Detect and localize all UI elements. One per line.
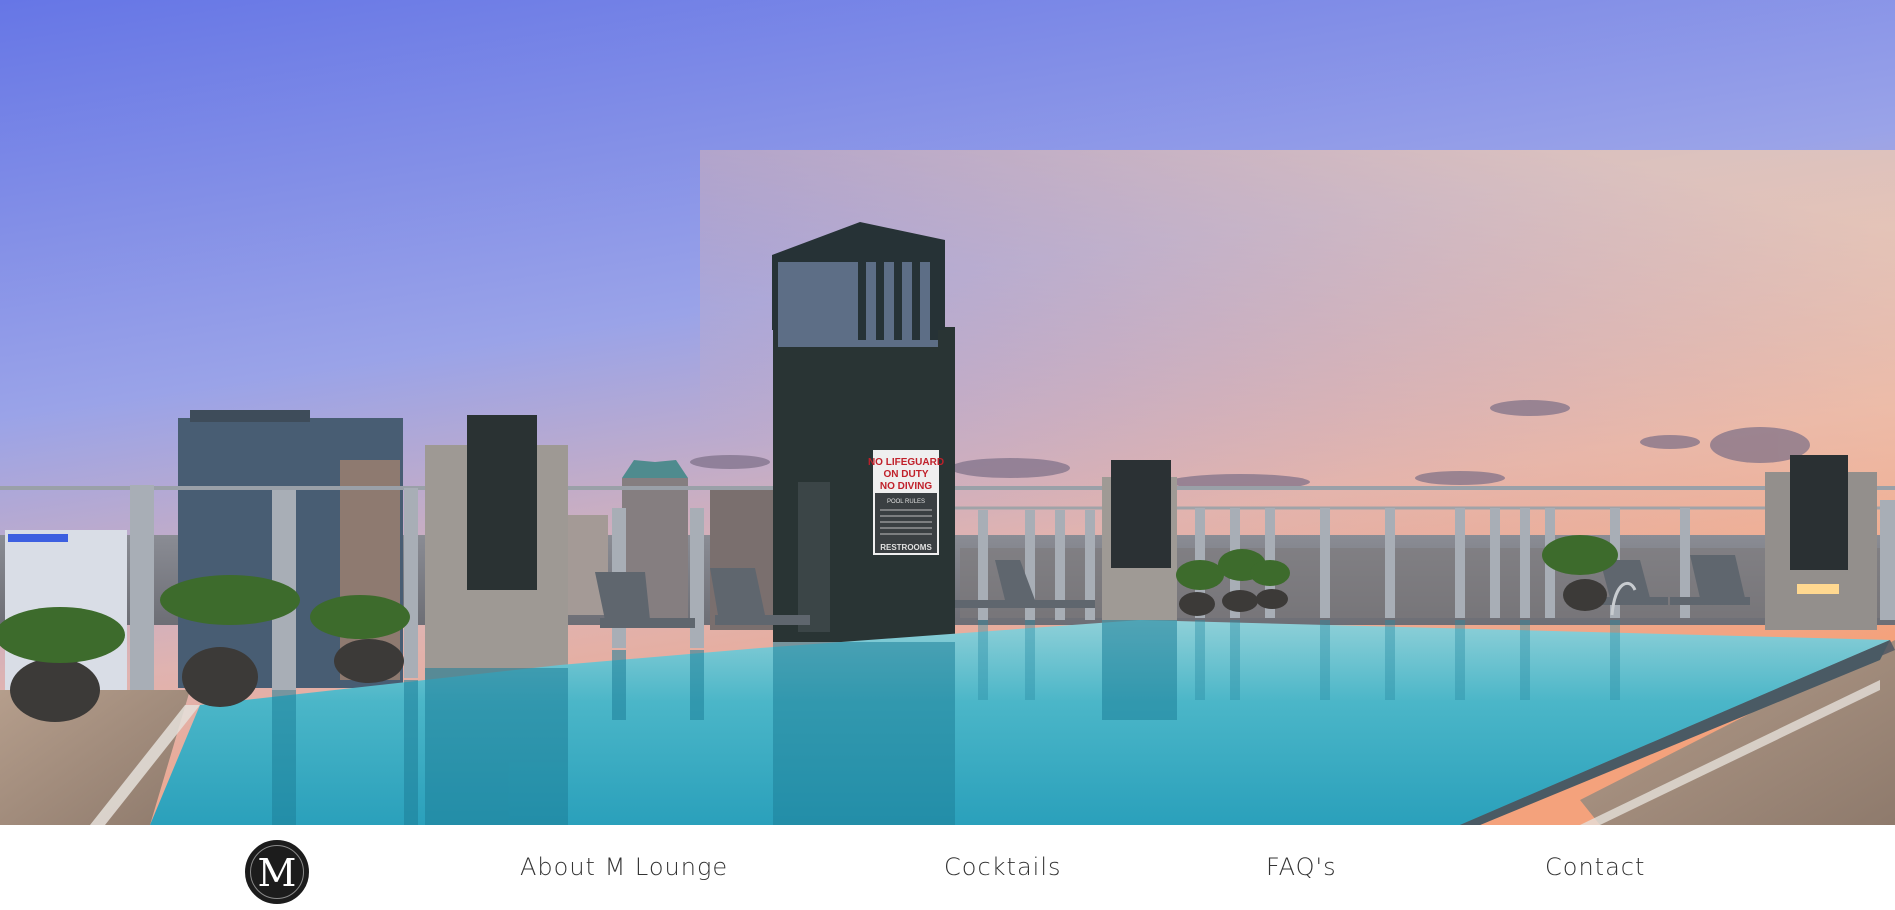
hero-banner: NO LIFEGUARD ON DUTY NO DIVING POOL RULE… bbox=[0, 0, 1895, 825]
nav-link-faqs[interactable]: FAQ's bbox=[1266, 853, 1337, 881]
logo-letter: M bbox=[257, 851, 297, 895]
main-navigation: M About M Lounge Cocktails FAQ's Contact bbox=[0, 825, 1895, 910]
sign-line-2: ON DUTY bbox=[884, 469, 929, 480]
sign-line-3: NO DIVING bbox=[880, 481, 932, 492]
sign-footer: RESTROOMS bbox=[880, 543, 932, 552]
sign-line-1: NO LIFEGUARD bbox=[868, 457, 944, 468]
hero-photo: NO LIFEGUARD ON DUTY NO DIVING POOL RULE… bbox=[0, 0, 1895, 825]
m-lounge-logo[interactable]: M bbox=[245, 840, 309, 904]
page: NO LIFEGUARD ON DUTY NO DIVING POOL RULE… bbox=[0, 0, 1895, 910]
nav-link-cocktails[interactable]: Cocktails bbox=[944, 853, 1062, 881]
sign-rules-title: POOL RULES bbox=[887, 499, 925, 505]
nav-link-contact[interactable]: Contact bbox=[1545, 853, 1645, 881]
nav-link-about[interactable]: About M Lounge bbox=[520, 853, 728, 881]
